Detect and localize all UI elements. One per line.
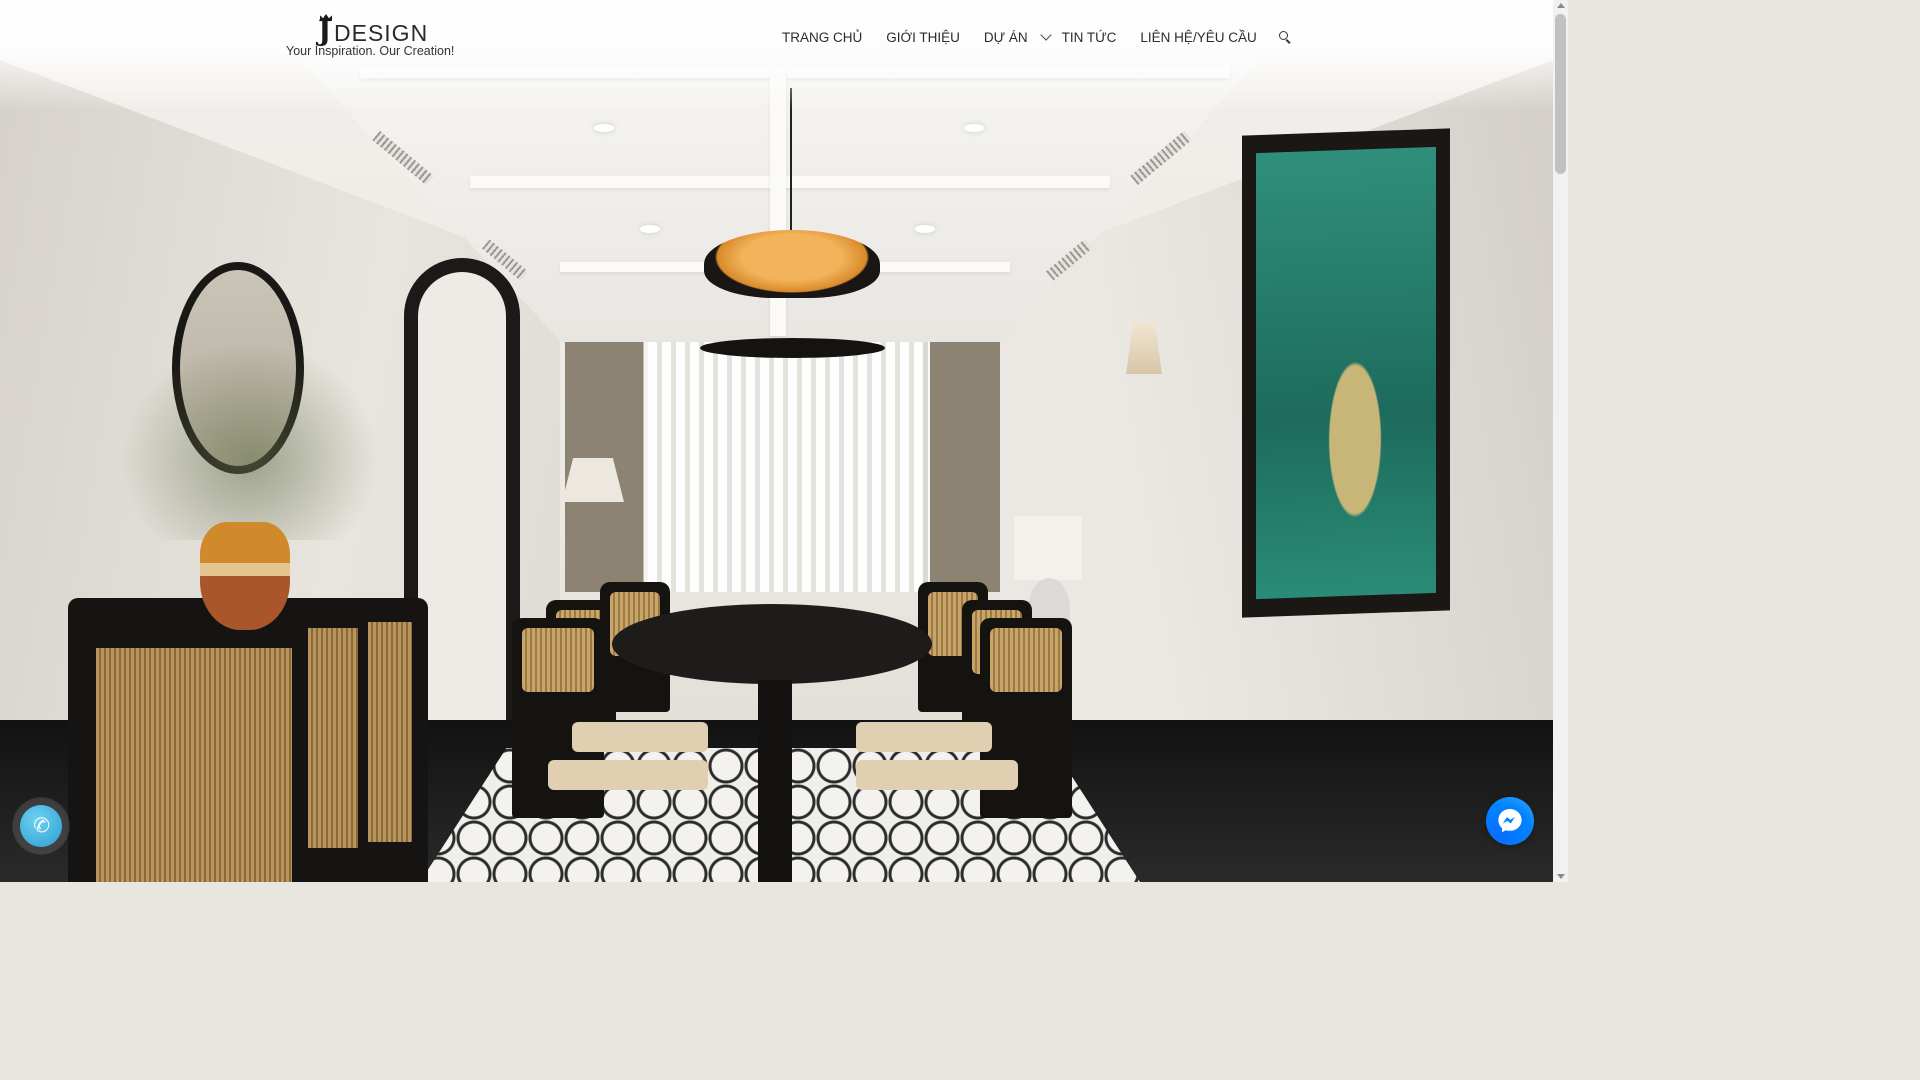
- vase: [200, 522, 290, 630]
- phone-icon: ✆: [30, 813, 52, 839]
- downlight: [640, 225, 660, 233]
- main-nav: TRANG CHỦ GIỚI THIỆU DỰ ÁN TIN TỨC LIÊN …: [770, 24, 1289, 50]
- chair-seat: [572, 722, 708, 752]
- page-scrollbar[interactable]: [1553, 0, 1568, 882]
- table-pedestal: [758, 680, 792, 882]
- table-lamp-shade: [1014, 516, 1082, 580]
- logo-letter: J: [318, 14, 332, 47]
- hero-image: [0, 0, 1553, 882]
- dining-table: [612, 604, 932, 684]
- ceiling-fan: [700, 338, 885, 358]
- scroll-down-arrow-icon[interactable]: [1557, 874, 1565, 879]
- messenger-icon: [1498, 809, 1522, 833]
- messenger-button[interactable]: [1486, 797, 1534, 845]
- downlight: [964, 124, 984, 132]
- sideboard: [68, 598, 428, 882]
- nav-item-about[interactable]: GIỚI THIỆU: [874, 30, 972, 45]
- call-button[interactable]: ✆: [20, 805, 62, 847]
- chair-seat: [548, 760, 708, 790]
- page-viewport: J DESIGN Your Inspiration. Our Creation!…: [0, 0, 1553, 882]
- logo-word: DESIGN: [334, 20, 429, 46]
- plant-branches: [120, 340, 380, 540]
- scroll-up-arrow-icon[interactable]: [1557, 3, 1565, 8]
- nav-item-projects[interactable]: DỰ ÁN: [972, 30, 1028, 45]
- pendant-lamp: [704, 230, 880, 298]
- downlight: [594, 124, 614, 132]
- chair-seat: [856, 722, 992, 752]
- logo-tagline: Your Inspiration. Our Creation!: [286, 44, 455, 58]
- nav-item-news[interactable]: TIN TỨC: [1062, 30, 1129, 45]
- downlight: [915, 225, 935, 233]
- site-logo[interactable]: J DESIGN Your Inspiration. Our Creation!: [286, 12, 462, 62]
- nav-item-home[interactable]: TRANG CHỦ: [770, 30, 874, 45]
- sheer-curtain: [648, 342, 930, 592]
- header-bar: [0, 0, 1553, 110]
- chevron-down-icon[interactable]: [1039, 29, 1052, 41]
- scrollbar-thumb[interactable]: [1555, 14, 1566, 174]
- wall-painting: [1242, 128, 1450, 618]
- search-icon[interactable]: [1278, 31, 1289, 41]
- nav-item-contact[interactable]: LIÊN HỆ/YÊU CẦU: [1128, 30, 1268, 45]
- chair-seat: [856, 760, 1018, 790]
